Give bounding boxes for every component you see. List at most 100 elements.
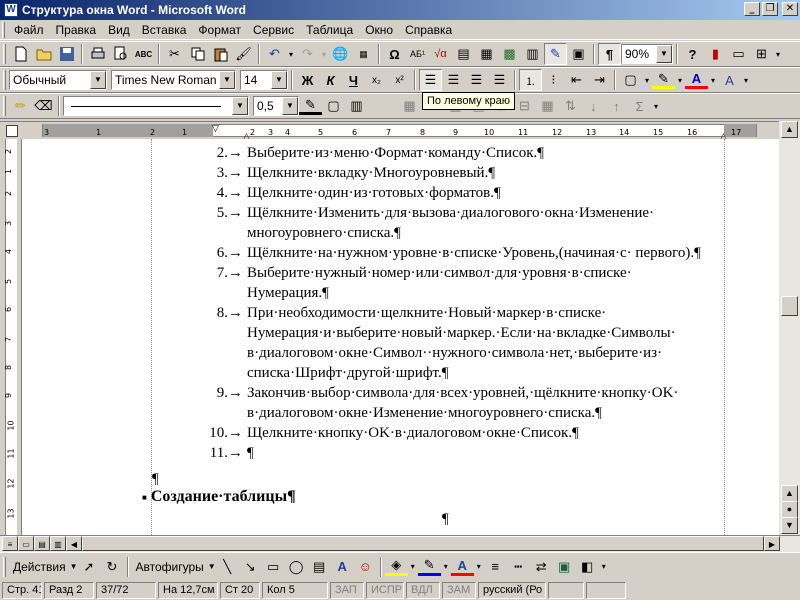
outside-border-icon[interactable]: ▢ [322, 95, 345, 117]
save-icon[interactable] [55, 43, 78, 65]
font-color-icon[interactable]: A [685, 71, 708, 89]
status-extend[interactable]: ВДЛ [406, 581, 440, 599]
style-select[interactable]: Обычный ▼ [9, 70, 107, 90]
fill-color-icon[interactable]: ◈ [384, 557, 408, 576]
underline-button[interactable]: Ч [342, 69, 365, 91]
columns-icon[interactable]: ▥ [521, 43, 544, 65]
highlight-dropdown-icon[interactable]: ▾ [675, 69, 685, 91]
help-icon[interactable]: ? [681, 43, 704, 65]
menu-tools[interactable]: Сервис [247, 21, 300, 39]
align-left-icon[interactable]: ☰ [419, 69, 442, 91]
print-preview-icon[interactable] [109, 43, 132, 65]
zoom-select[interactable]: 90% ▼ [621, 44, 673, 64]
horizontal-scroll-thumb[interactable] [82, 536, 764, 551]
chevron-down-icon[interactable]: ▼ [70, 562, 78, 571]
sort-ascending-icon[interactable]: ↓ [582, 95, 605, 117]
outline-view-icon[interactable]: ▥ [50, 536, 66, 551]
restore-button[interactable]: ❐ [762, 2, 778, 16]
eraser-icon[interactable]: ⌫ [32, 95, 55, 117]
autosum-icon[interactable]: Σ [628, 95, 651, 117]
paste-icon[interactable] [209, 43, 232, 65]
hyperlink-icon[interactable]: 🌐 [329, 43, 352, 65]
undo-dropdown-icon[interactable]: ▾ [286, 43, 296, 65]
toolbar-options-icon[interactable]: ▾ [741, 69, 751, 91]
chevron-down-icon[interactable]: ▼ [208, 562, 216, 571]
print-small-icon[interactable]: ▭ [727, 43, 750, 65]
chart-icon[interactable]: ▮ [704, 43, 727, 65]
free-rotate-icon[interactable]: ↻ [101, 556, 124, 578]
actions-menu[interactable]: Действия [9, 560, 70, 574]
subscript-icon[interactable]: x₂ [365, 69, 388, 91]
spelling-icon[interactable]: ABC [132, 43, 155, 65]
arrow-style-icon[interactable]: ⇄ [530, 556, 553, 578]
scroll-down-icon[interactable]: ▼ [781, 517, 798, 534]
distribute-columns-icon[interactable]: ⊟ [513, 95, 536, 117]
toolbar-options-icon[interactable]: ▾ [651, 95, 661, 117]
menu-insert[interactable]: Вставка [136, 21, 193, 39]
document-map-icon[interactable]: ▣ [567, 43, 590, 65]
toolbar-grip[interactable] [3, 556, 6, 577]
line-style-select[interactable]: ▼ [63, 96, 249, 116]
insert-excel-icon[interactable]: ▩ [498, 43, 521, 65]
toolbar-options-icon[interactable]: ▾ [599, 556, 609, 578]
scroll-up-icon[interactable]: ▲ [781, 485, 798, 502]
arrow-icon[interactable]: ↘ [239, 556, 262, 578]
status-track-changes[interactable]: ИСПР [366, 581, 404, 599]
menu-help[interactable]: Справка [399, 21, 458, 39]
normal-view-icon[interactable]: ≡ [2, 536, 18, 551]
superscript-format-icon[interactable]: AБ¹ [406, 43, 429, 65]
table-autoformat-icon[interactable]: ▦ [536, 95, 559, 117]
font-select[interactable]: Times New Roman ▼ [111, 70, 236, 90]
new-document-icon[interactable] [9, 43, 32, 65]
menu-grip[interactable] [2, 21, 5, 38]
highlight-icon[interactable]: ✎ [652, 71, 675, 89]
chevron-down-icon[interactable]: ▼ [282, 97, 298, 115]
chevron-down-icon[interactable]: ▼ [232, 97, 248, 115]
chevron-down-icon[interactable]: ▼ [271, 71, 287, 89]
open-folder-icon[interactable] [32, 43, 55, 65]
close-button[interactable]: ✕ [782, 2, 798, 16]
toolbar-grip[interactable] [3, 96, 6, 116]
scroll-right-icon[interactable]: ▶ [764, 536, 780, 551]
drawing-font-color-icon[interactable]: A [450, 558, 474, 576]
menu-window[interactable]: Окно [359, 21, 399, 39]
select-objects-icon[interactable]: ➚ [78, 556, 101, 578]
scroll-up-icon[interactable]: ▲ [781, 121, 798, 138]
word-app-icon[interactable]: W [4, 3, 18, 17]
align-center-icon[interactable]: ☰ [442, 69, 465, 91]
minimize-button[interactable]: _ [744, 2, 760, 16]
select-browse-object-icon[interactable]: ● [781, 501, 798, 518]
web-layout-icon[interactable]: ▭ [18, 536, 34, 551]
menu-edit[interactable]: Правка [50, 21, 103, 39]
toolbar-grip[interactable] [3, 70, 6, 90]
increase-indent-icon[interactable]: ⇥ [588, 69, 611, 91]
cut-icon[interactable]: ✂ [163, 43, 186, 65]
font-size-select[interactable]: 14 ▼ [240, 70, 288, 90]
chevron-down-icon[interactable]: ▼ [656, 45, 672, 63]
stamp-icon[interactable]: ⊞ [750, 43, 773, 65]
drawing-icon[interactable]: ✎ [544, 43, 567, 65]
symbol-icon[interactable]: Ω [383, 43, 406, 65]
toolbar-grip[interactable] [3, 44, 6, 64]
status-record[interactable]: ЗАП [330, 581, 364, 599]
toolbar-options-icon[interactable]: ▾ [773, 43, 783, 65]
tab-selector[interactable] [6, 125, 18, 137]
autoshapes-menu[interactable]: Автофигуры [132, 560, 208, 574]
drawing-font-color-dropdown-icon[interactable]: ▾ [474, 556, 484, 578]
format-painter-icon[interactable]: 🖌 [232, 43, 255, 65]
print-icon[interactable] [86, 43, 109, 65]
align-right-icon[interactable]: ☰ [465, 69, 488, 91]
decrease-indent-icon[interactable]: ⇤ [565, 69, 588, 91]
line-weight-select[interactable]: 0,5 ▼ [253, 96, 299, 116]
vertical-ruler[interactable]: 2 1 2 3 4 5 6 7 8 9 10 11 12 13 [0, 139, 22, 535]
document-page[interactable]: 2.→ Выберите·из·меню·Формат·команду·Списо… [22, 139, 779, 535]
scroll-left-icon[interactable]: ◀ [66, 536, 82, 551]
show-formatting-icon[interactable]: ¶ [598, 43, 621, 65]
menu-file[interactable]: Файл [8, 21, 50, 39]
3d-icon[interactable]: ◧ [576, 556, 599, 578]
copy-icon[interactable] [186, 43, 209, 65]
borders-icon[interactable]: ▢ [619, 69, 642, 91]
menu-table[interactable]: Таблица [300, 21, 359, 39]
menu-format[interactable]: Формат [192, 21, 247, 39]
wordart-icon[interactable]: A [331, 556, 354, 578]
